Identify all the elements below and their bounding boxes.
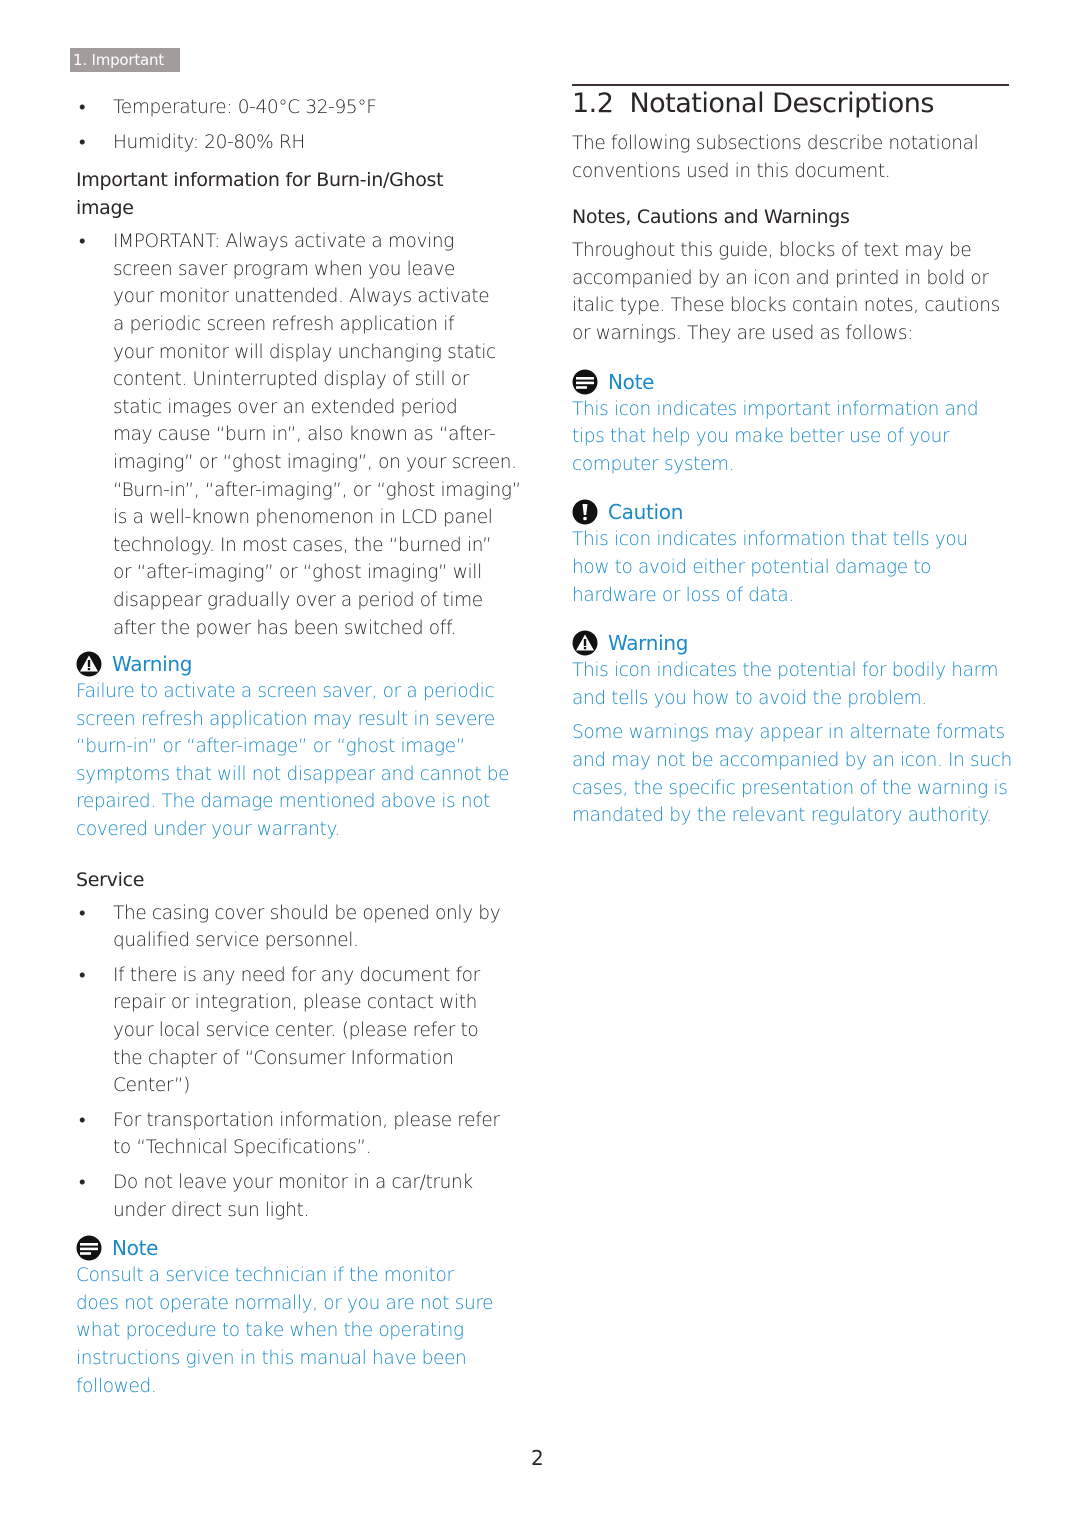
text-line: conventions used in this document. (572, 160, 891, 182)
text-line: your local service center. (please refer… (113, 1020, 479, 1042)
text-line: how to avoid either potential damage to (572, 556, 932, 578)
text-line: or “after-imaging” or “ghost imaging” wi… (113, 562, 482, 584)
body-paragraph: Throughout this guide, blocks of text ma… (572, 237, 1012, 347)
right-column: 1.2 Notational Descriptions The following… (572, 86, 1012, 830)
warning-triangle-icon (76, 651, 102, 677)
text-line: This icon indicates information that tel… (572, 529, 968, 551)
section-title: 1.2 Notational Descriptions (572, 88, 934, 119)
service-list: • The casing cover should be opened only … (76, 900, 526, 1225)
text-line: the chapter of “Consumer Information (113, 1047, 454, 1069)
text-line: italic type. These blocks contain notes,… (572, 295, 1000, 317)
text-line: computer system. (572, 453, 735, 475)
note-text: Consult a service technician if the moni… (76, 1262, 526, 1400)
text-line: The following subsections describe notat… (572, 133, 979, 154)
environment-list: • Temperature: 0-40°C 32-95°F • Humidity: … (76, 94, 526, 156)
text-line: This icon indicates important informatio… (572, 398, 979, 420)
list-item: • Do not leave your monitor in a car/trun… (76, 1169, 526, 1224)
intro-paragraph: The following subsections describe notat… (572, 130, 1012, 185)
text-line: If there is any need for any document fo… (113, 964, 480, 986)
service-heading: Service (76, 868, 145, 891)
caution-exclamation-icon (572, 499, 598, 525)
text-line: accompanied by an icon and printed in bo… (572, 267, 989, 289)
warning-text: This icon indicates the potential for bo… (572, 657, 1012, 712)
text-line: repair or integration, please contact wi… (113, 992, 477, 1014)
text-line: This icon indicates the potential for bo… (572, 660, 999, 682)
text-line: symptoms that will not disappear and can… (76, 763, 510, 785)
text-line: Center”) (113, 1075, 191, 1097)
list-item: • The casing cover should be opened only … (76, 900, 526, 955)
page-number: 2 (531, 1446, 544, 1470)
burnin-paragraph: IMPORTANT: Always activate a moving scree… (113, 228, 526, 642)
list-item: • Temperature: 0-40°C 32-95°F (79, 97, 377, 118)
text-line: your monitor unattended. Always activate (113, 286, 490, 308)
text-line: does not operate normally, or you are no… (76, 1292, 494, 1314)
subheading: Notes, Cautions and Warnings (572, 206, 850, 229)
text-line: what procedure to take when the operatin… (76, 1320, 464, 1342)
list-item: • If there is any need for any document f… (76, 962, 526, 1100)
text-line: mandated by the relevant regulatory auth… (572, 805, 992, 827)
text-line: and tells you how to avoid the problem. (572, 687, 927, 709)
caution-heading: Caution (572, 498, 1012, 526)
text-line: disappear gradually over a period of tim… (113, 589, 483, 611)
text-line: Some warnings may appear in alternate fo… (572, 722, 1005, 744)
text-line: a periodic screen refresh application if (113, 313, 455, 335)
text-line: hardware or loss of data. (572, 584, 794, 606)
text-line: to “Technical Specifications”. (113, 1137, 372, 1159)
text-line: qualified service personnel. (113, 930, 359, 952)
note-icon (76, 1235, 102, 1261)
section-tab: 1. Important (70, 48, 180, 72)
text-line: followed. (76, 1375, 157, 1397)
burnin-list: • IMPORTANT: Always activate a moving scr… (76, 228, 526, 642)
note-heading: Note (572, 368, 1012, 396)
warning-triangle-icon (572, 630, 598, 656)
text-line: cases, the specific presentation of the … (572, 777, 1008, 799)
alternate-warning-text: Some warnings may appear in alternate fo… (572, 719, 1012, 829)
text-line: under direct sun light. (113, 1199, 309, 1221)
text-line: static images over an extended period (113, 396, 458, 418)
text-line: repaired. The damage mentioned above is … (76, 791, 491, 813)
text-line: The casing cover should be opened only b… (113, 902, 501, 924)
warning-text: Failure to activate a screen saver, or a… (76, 678, 526, 844)
text-line: Do not leave your monitor in a car/trunk (113, 1172, 473, 1193)
note-icon (572, 369, 598, 395)
list-item: • IMPORTANT: Always activate a moving scr… (76, 228, 526, 642)
list-item: • Humidity: 20-80% RH (79, 131, 305, 153)
text-line: and may not be accompanied by an icon. I… (572, 749, 1012, 771)
text-line: Failure to activate a screen saver, or a… (76, 681, 495, 703)
text-line: technology. In most cases, the “burned i… (113, 534, 492, 556)
list-item: • For transportation information, please … (76, 1107, 526, 1162)
text-line: Consult a service technician if the moni… (76, 1265, 454, 1287)
text-line: may cause “burn in”, also known as “afte… (113, 424, 496, 446)
left-column: • Temperature: 0-40°C 32-95°F • Humidity: … (76, 94, 526, 1400)
warning-heading: Warning (76, 650, 526, 678)
text-line: after the power has been switched off. (113, 617, 457, 639)
text-line: IMPORTANT: Always activate a moving (113, 231, 455, 253)
text-line: “Burn-in”, “after-imaging”, or “ghost im… (113, 479, 521, 501)
text-line: covered under your warranty. (76, 819, 340, 841)
note-heading: Note (76, 1234, 526, 1262)
text-line: instructions given in this manual have b… (76, 1347, 467, 1369)
text-line: screen refresh application may result in… (76, 708, 495, 730)
text-line: your monitor will display unchanging sta… (113, 341, 496, 363)
text-line: or warnings. They are used as follows: (572, 322, 914, 344)
text-line: Throughout this guide, blocks of text ma… (572, 240, 972, 262)
caution-text: This icon indicates information that tel… (572, 526, 1012, 609)
text-line: “burn-in” or “after-image” or “ghost ima… (76, 736, 465, 758)
text-line: tips that help you make better use of yo… (572, 426, 950, 448)
burnin-heading: Important information for Burn-in/Ghost … (76, 169, 444, 220)
warning-heading: Warning (572, 629, 1012, 657)
text-line: screen saver program when you leave (113, 258, 456, 280)
note-text: This icon indicates important informatio… (572, 396, 1012, 479)
text-line: content. Uninterrupted display of still … (113, 369, 469, 391)
text-line: is a well-known phenomenon in LCD panel (113, 507, 493, 529)
text-line: imaging” or “ghost imaging”, on your scr… (113, 451, 517, 473)
text-line: For transportation information, please r… (113, 1109, 500, 1131)
